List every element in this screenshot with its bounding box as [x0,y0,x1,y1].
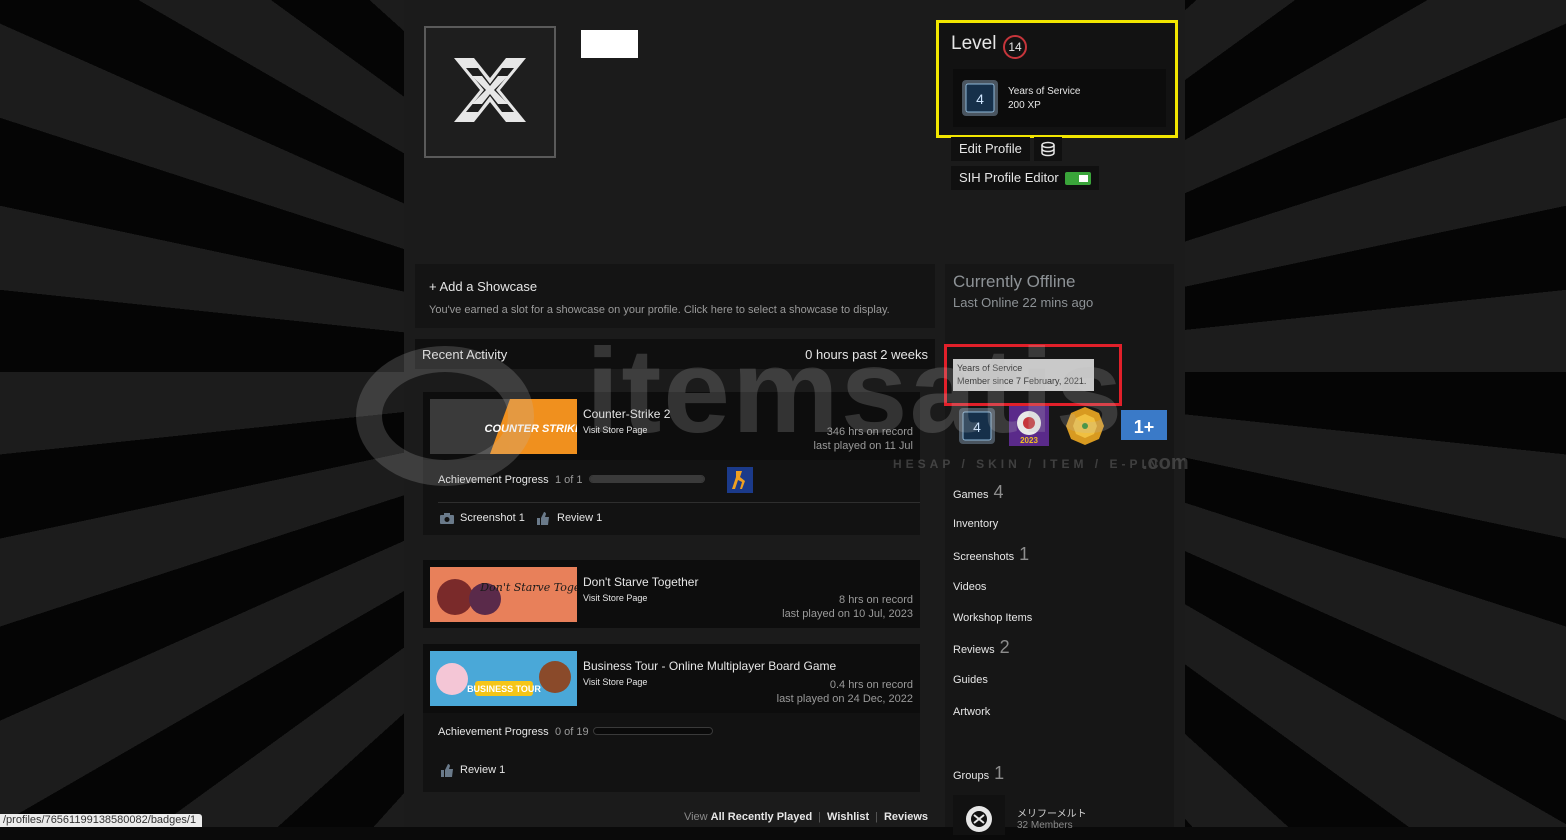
favorite-badge-card[interactable]: 4 Years of Service 200 XP [953,69,1166,127]
hours-on-record-business-tour: 0.4 hrs on record [829,679,913,691]
hours-on-record-dst: 8 hrs on record [839,594,913,606]
steam-2023-badge-icon[interactable]: 2023 [1009,406,1049,446]
last-played-cs2: last played on 11 Jul [813,440,913,452]
game-top-dst: Don't Starve Together Don't Starve Toget… [423,560,920,628]
game-item-business-tour: BUSINESS TOUR Business Tour - Online Mul… [423,644,920,792]
svg-text:COUNTER STRIKE 2: COUNTER STRIKE 2 [485,423,577,435]
level-highlight-box: Level 14 4 Years of Service 200 XP [936,20,1178,138]
svg-text:BUSINESS TOUR: BUSINESS TOUR [467,684,541,694]
showcase-title: + Add a Showcase [429,279,538,294]
review-link-cs2[interactable]: Review 1 [557,512,602,524]
persona-name-box [581,30,638,58]
years-of-service-icon: 4 [962,80,998,116]
tooltip-highlight-box [944,344,1122,406]
profile-column: Level 14 4 Years of Service 200 XP Edit … [404,0,1185,835]
stat-games[interactable]: Games 4 [953,482,1003,503]
all-recently-played-link[interactable]: All Recently Played [711,811,813,823]
last-played-dst: last played on 10 Jul, 2023 [782,608,913,620]
stat-groups[interactable]: Groups 1 [953,763,1004,784]
recent-activity-title: Recent Activity [422,347,508,362]
review-link-business-tour[interactable]: Review 1 [460,764,505,776]
game-capsule-cs2[interactable]: COUNTER STRIKE 2 [430,399,577,454]
game-name-business-tour[interactable]: Business Tour - Online Multiplayer Board… [583,659,836,673]
achievement-bar-fill-cs2 [590,476,704,482]
game-item-dst: Don't Starve Together Don't Starve Toget… [423,560,920,628]
thumbs-up-icon [441,764,453,777]
group-avatar[interactable] [953,795,1005,835]
game-name-dst[interactable]: Don't Starve Together [583,575,698,589]
svg-text:1+: 1+ [1134,417,1155,437]
badge-title: Years of Service [1008,86,1081,97]
last-played-business-tour: last played on 24 Dec, 2022 [776,693,913,705]
last-online: Last Online 22 mins ago [953,295,1094,310]
game-capsule-business-tour[interactable]: BUSINESS TOUR [430,651,577,706]
add-showcase-panel[interactable]: + Add a Showcase You've earned a slot fo… [415,264,935,328]
achievement-label-cs2: Achievement Progress [438,474,549,486]
1plus-badge-icon[interactable]: 1+ [1121,406,1167,446]
stat-reviews[interactable]: Reviews 2 [953,637,1010,658]
hours-on-record-cs2: 346 hrs on record [826,426,913,438]
stat-videos[interactable]: Videos [953,581,986,593]
stat-guides[interactable]: Guides [953,674,988,686]
stat-workshop-items[interactable]: Workshop Items [953,612,1032,624]
stat-screenshots[interactable]: Screenshots 1 [953,544,1029,565]
showcase-desc: You've earned a slot for a showcase on y… [429,304,890,316]
wishlist-link[interactable]: Wishlist [827,811,869,823]
recent-activity-hours: 0 hours past 2 weeks [805,347,928,362]
years-of-service-badge-icon[interactable]: 4 [957,406,997,446]
svg-text:Don't Starve Together: Don't Starve Together [479,581,577,594]
thumbs-up-icon [537,512,549,525]
coins-button[interactable] [1034,137,1062,161]
level-label: Level [951,33,997,54]
footer-view-label: View [683,811,708,823]
stat-inventory[interactable]: Inventory [953,518,998,530]
status-bar-url: /profiles/76561199138580082/badges/1 [0,814,203,827]
store-link-business-tour[interactable]: Visit Store Page [583,677,647,687]
achievement-icon-cs2[interactable] [727,467,753,493]
svg-text:4: 4 [973,419,981,435]
game-top-business-tour: BUSINESS TOUR Business Tour - Online Mul… [423,644,920,713]
online-status: Currently Offline [953,272,1076,291]
svg-text:2023: 2023 [1020,436,1038,445]
game-name-cs2[interactable]: Counter-Strike 2 [583,407,670,421]
game-top-cs2: COUNTER STRIKE 2 Counter-Strike 2 Visit … [423,392,920,460]
screenshot-link-cs2[interactable]: Screenshot 1 [460,512,525,524]
sih-profile-editor-button[interactable]: SIH Profile Editor [951,166,1099,190]
edit-profile-button[interactable]: Edit Profile [951,137,1030,161]
reviews-link[interactable]: Reviews [884,811,928,823]
coins-icon [1041,141,1055,157]
sih-toggle[interactable] [1064,172,1091,186]
profile-header: Level 14 4 Years of Service 200 XP Edit … [404,0,1185,250]
achievement-bar-business-tour [593,727,713,735]
svg-text:4: 4 [976,91,984,107]
profile-sidebar: Currently Offline Last Online 22 mins ag… [944,264,1174,835]
achievement-count-cs2: 1 of 1 [555,474,583,486]
store-link-cs2[interactable]: Visit Store Page [583,425,647,435]
group-name[interactable]: メリフーメルト [1017,805,1087,820]
edit-profile-label: Edit Profile [959,141,1022,156]
badge-xp: 200 XP [1008,100,1041,111]
store-link-dst[interactable]: Visit Store Page [583,593,647,603]
achievement-label-business-tour: Achievement Progress [438,726,549,738]
level-number[interactable]: 14 [1003,35,1027,59]
sih-editor-label: SIH Profile Editor [959,170,1059,185]
gold-badge-icon[interactable] [1065,406,1105,446]
avatar-logo-icon [454,58,526,122]
achievement-count-business-tour: 0 of 19 [555,726,589,738]
game-capsule-dst[interactable]: Don't Starve Together [430,567,577,622]
avatar[interactable] [424,26,556,158]
stat-artwork[interactable]: Artwork [953,706,990,718]
recent-activity-header: Recent Activity 0 hours past 2 weeks [415,339,935,369]
recent-activity-footer: View All Recently Played | Wishlist | Review… [683,811,928,823]
divider [438,502,920,503]
group-members: 32 Members [1017,820,1073,831]
camera-icon [440,513,454,524]
achievement-bar-cs2 [589,475,705,483]
game-item-cs2: COUNTER STRIKE 2 Counter-Strike 2 Visit … [423,392,920,535]
